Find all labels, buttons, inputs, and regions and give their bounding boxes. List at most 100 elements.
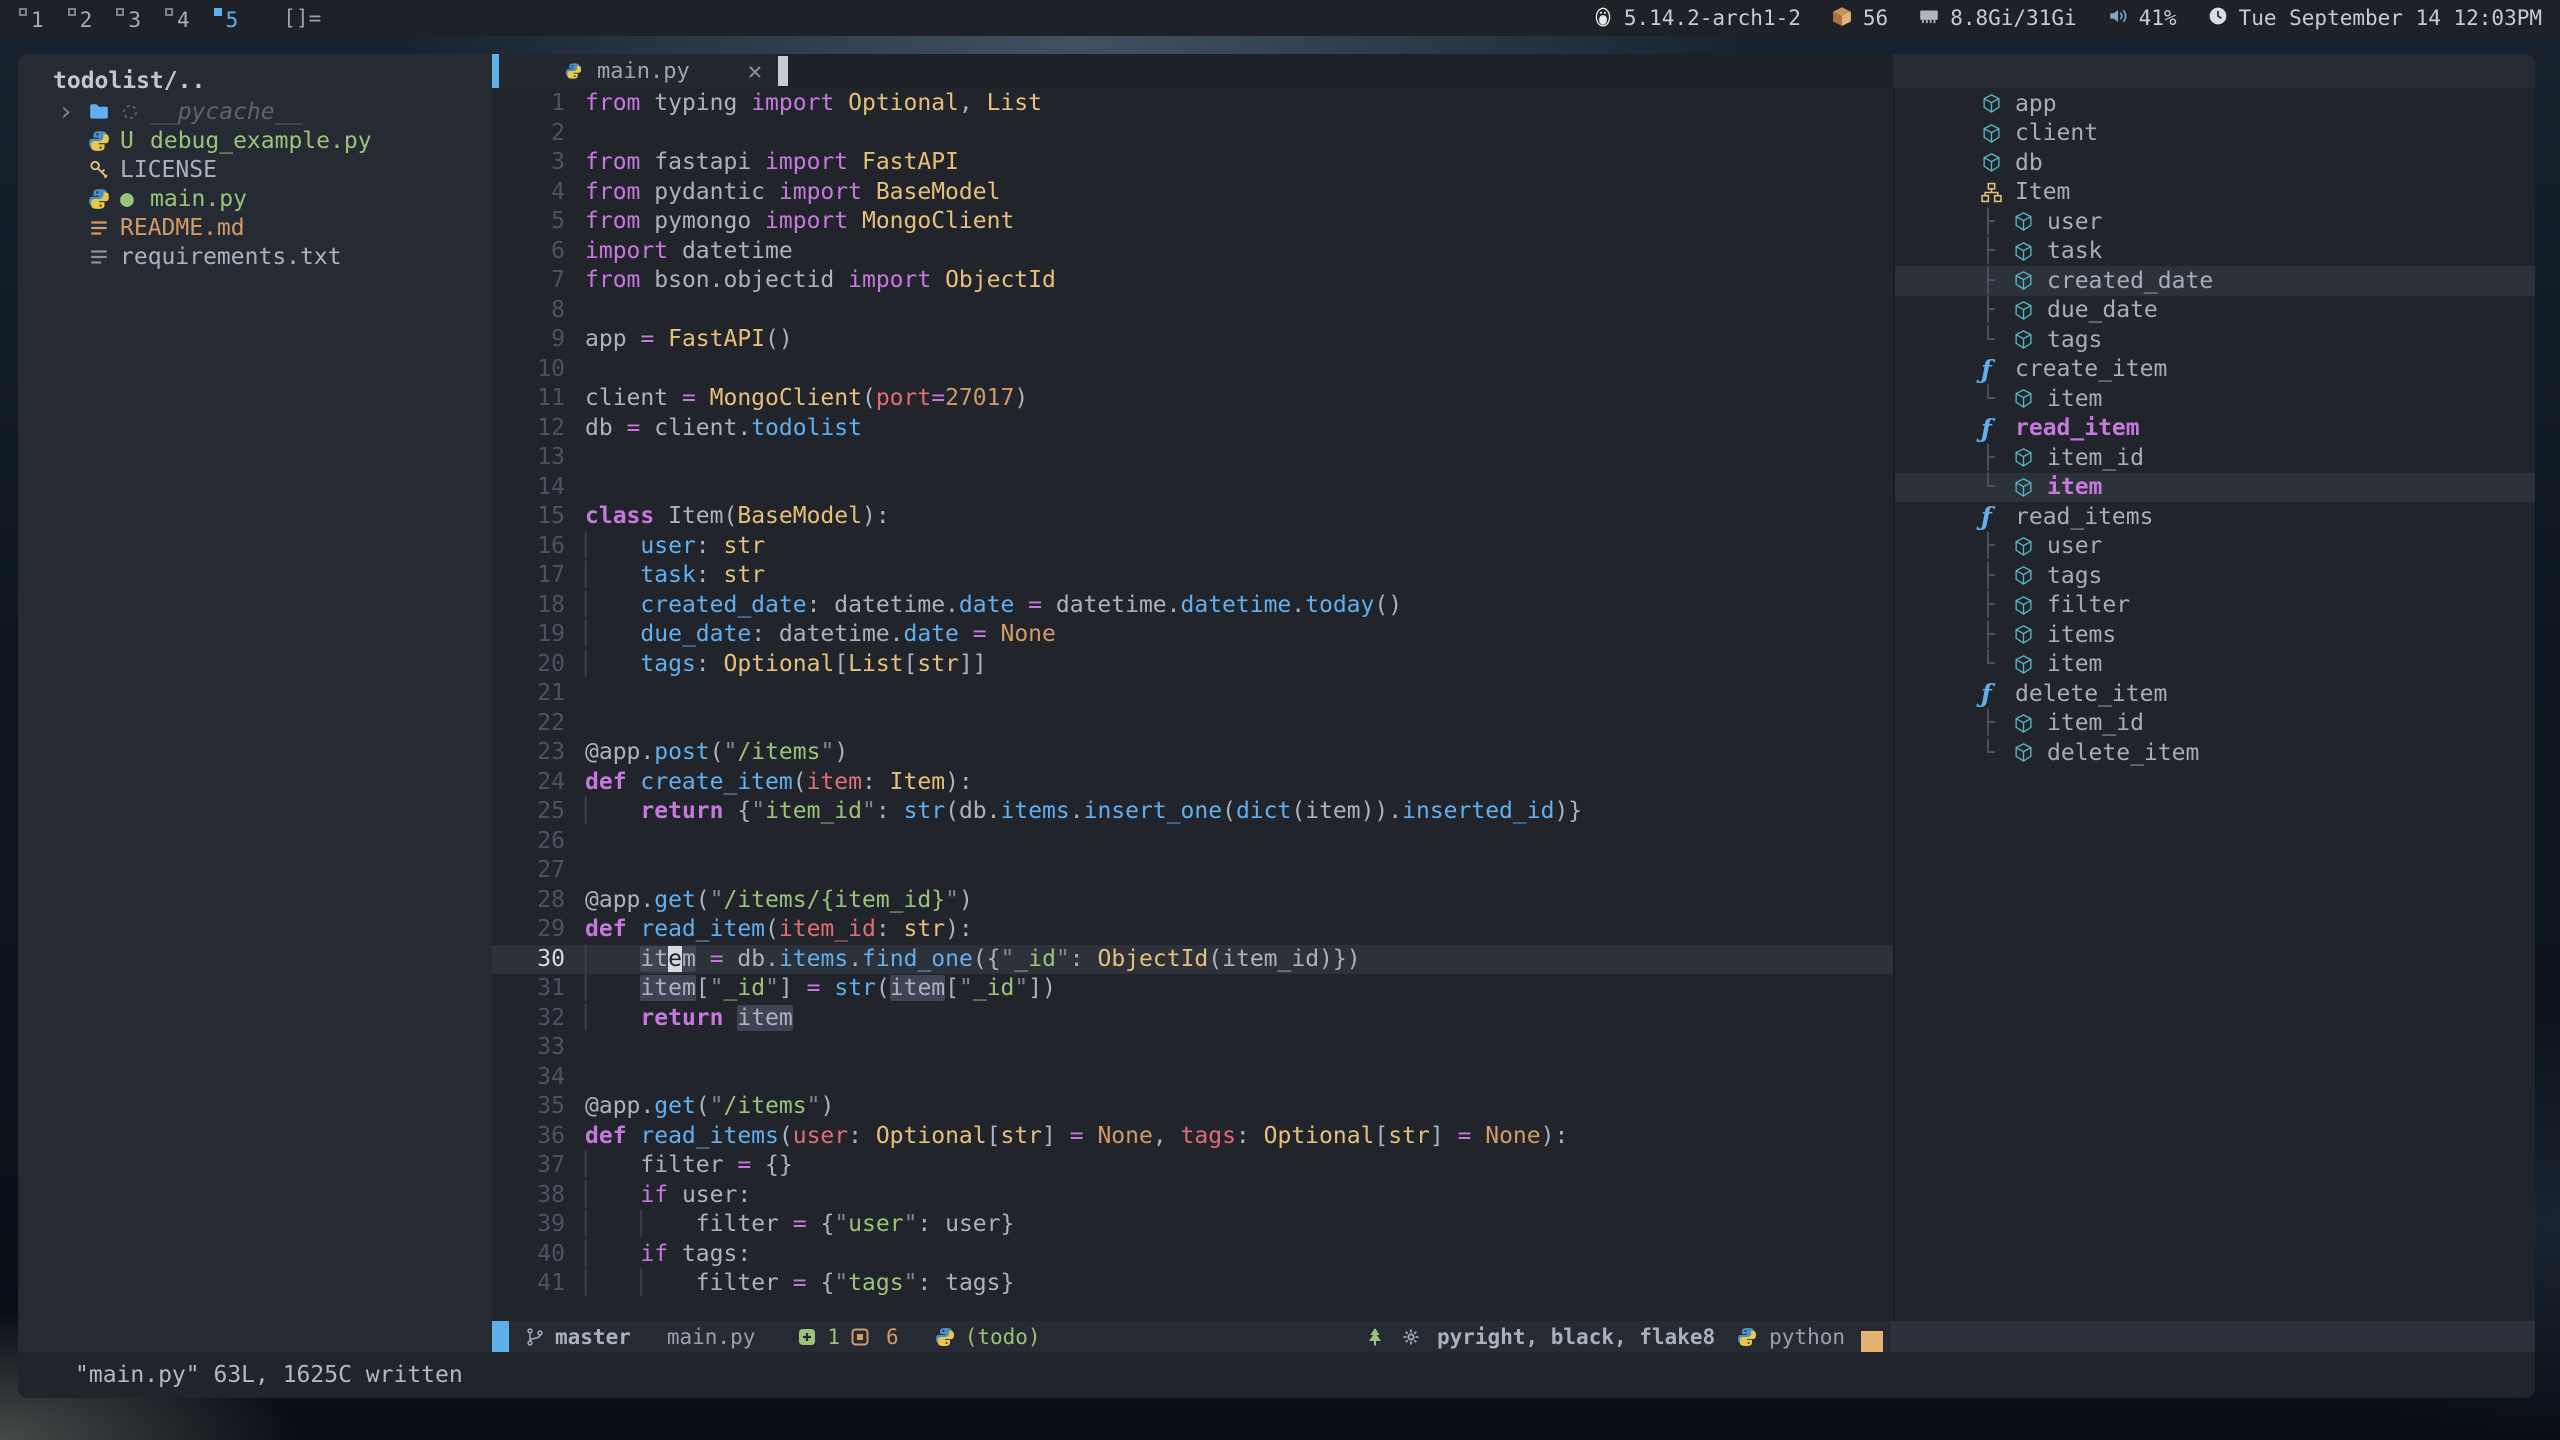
code-line[interactable]: 7from bson.objectid import ObjectId (492, 266, 1893, 296)
cube-icon (2013, 624, 2047, 645)
modified-icon (850, 1327, 870, 1347)
line-number: 4 (492, 178, 565, 208)
line-number: 40 (492, 1240, 565, 1270)
tagbar-item[interactable]: └item (1895, 650, 2535, 680)
code-line[interactable]: 32▏ return item (492, 1004, 1893, 1034)
tagbar-item[interactable]: └item (1895, 384, 2535, 414)
filetree-item[interactable]: ●main.py (18, 184, 492, 213)
workspace-4[interactable]: 4 (158, 4, 207, 32)
tab-main-py[interactable]: main.py ✕ (499, 54, 778, 88)
tagbar-item[interactable]: ƒread_item (1895, 414, 2535, 444)
filetree-item[interactable]: ›__pycache__ (18, 97, 492, 126)
code-line[interactable]: 15class Item(BaseModel): (492, 502, 1893, 532)
tagbar-item[interactable]: └item (1895, 473, 2535, 503)
tagbar-item[interactable]: ƒcreate_item (1895, 355, 2535, 385)
tagbar-item[interactable]: db (1895, 148, 2535, 178)
code-line[interactable]: 30▏ item = db.items.find_one({"_id": Obj… (492, 945, 1893, 975)
code-line[interactable]: 20▏ tags: Optional[List[str]] (492, 650, 1893, 680)
tagbar-item[interactable]: Item (1895, 178, 2535, 208)
tagbar-item[interactable]: ├created_date (1895, 266, 2535, 296)
line-number: 10 (492, 355, 565, 385)
cube-icon (2013, 536, 2047, 557)
filetree-item[interactable]: requirements.txt (18, 242, 492, 271)
tab-label: main.py (597, 59, 690, 84)
tagbar-item[interactable]: ├tags (1895, 561, 2535, 591)
tagbar-item[interactable]: ├items (1895, 620, 2535, 650)
code-line[interactable]: 9app = FastAPI() (492, 325, 1893, 355)
code-line[interactable]: 18▏ created_date: datetime.date = dateti… (492, 591, 1893, 621)
code-line[interactable]: 39▏ ▏ filter = {"user": user} (492, 1210, 1893, 1240)
tagbar-item[interactable]: app (1895, 89, 2535, 119)
code-line[interactable]: 1from typing import Optional, List (492, 89, 1893, 119)
code-line[interactable]: 10 (492, 355, 1893, 385)
code-line[interactable]: 36def read_items(user: Optional[str] = N… (492, 1122, 1893, 1152)
filetype-label: python (1769, 1325, 1845, 1349)
code-line[interactable]: 6import datetime (492, 237, 1893, 267)
code-line[interactable]: 13 (492, 443, 1893, 473)
file-explorer-root[interactable]: todolist/.. (18, 66, 492, 97)
code-editor[interactable]: 1from typing import Optional, List23from… (492, 88, 1893, 1321)
tagbar-item[interactable]: ƒread_items (1895, 502, 2535, 532)
line-number: 33 (492, 1033, 565, 1063)
package-icon (1831, 5, 1853, 32)
code-line[interactable]: 26 (492, 827, 1893, 857)
tagbar-item[interactable]: ├user (1895, 532, 2535, 562)
cube-icon (2013, 654, 2047, 675)
tagbar-item[interactable]: ├item_id (1895, 443, 2535, 473)
code-line[interactable]: 16▏ user: str (492, 532, 1893, 562)
code-line[interactable]: 19▏ due_date: datetime.date = None (492, 620, 1893, 650)
code-line[interactable]: 8 (492, 296, 1893, 326)
code-line[interactable]: 12db = client.todolist (492, 414, 1893, 444)
python-icon (565, 60, 597, 82)
code-line[interactable]: 38▏ if user: (492, 1181, 1893, 1211)
code-line[interactable]: 23@app.post("/items") (492, 738, 1893, 768)
filetree-item[interactable]: LICENSE (18, 155, 492, 184)
code-line[interactable]: 24def create_item(item: Item): (492, 768, 1893, 798)
tagbar-item[interactable]: ├user (1895, 207, 2535, 237)
textfile-icon (88, 246, 120, 268)
code-line[interactable]: 3from fastapi import FastAPI (492, 148, 1893, 178)
tagbar-item[interactable]: ├task (1895, 237, 2535, 267)
code-line[interactable]: 33 (492, 1033, 1893, 1063)
code-line[interactable]: 37▏ filter = {} (492, 1151, 1893, 1181)
system-status: 5.14.2-arch1-2568.8Gi/31Gi41%Tue Septemb… (1592, 5, 2548, 32)
filetree-item[interactable]: Udebug_example.py (18, 126, 492, 155)
code-line[interactable]: 27 (492, 856, 1893, 886)
workspace-2[interactable]: 2 (61, 4, 110, 32)
layout-indicator: []= (283, 6, 321, 30)
line-number: 18 (492, 591, 565, 621)
code-line[interactable]: 40▏ if tags: (492, 1240, 1893, 1270)
code-line[interactable]: 35@app.get("/items") (492, 1092, 1893, 1122)
code-line[interactable]: 28@app.get("/items/{item_id}") (492, 886, 1893, 916)
code-line[interactable]: 22 (492, 709, 1893, 739)
cube-icon (2013, 595, 2047, 616)
code-line[interactable]: 2 (492, 119, 1893, 149)
tagbar-item[interactable]: └delete_item (1895, 738, 2535, 768)
workspace-5[interactable]: 5 (207, 4, 256, 32)
workspace-3[interactable]: 3 (109, 4, 158, 32)
code-line[interactable]: 31▏ item["_id"] = str(item["_id"]) (492, 974, 1893, 1004)
code-line[interactable]: 29def read_item(item_id: str): (492, 915, 1893, 945)
code-line[interactable]: 5from pymongo import MongoClient (492, 207, 1893, 237)
code-line[interactable]: 21 (492, 679, 1893, 709)
workspace-1[interactable]: 1 (12, 4, 61, 32)
status-bar: 12345 []= 5.14.2-arch1-2568.8Gi/31Gi41%T… (0, 0, 2560, 36)
tagbar-item[interactable]: ├item_id (1895, 709, 2535, 739)
tagbar-item[interactable]: └tags (1895, 325, 2535, 355)
tagbar-item[interactable]: ├filter (1895, 591, 2535, 621)
tagbar-item[interactable]: ƒdelete_item (1895, 679, 2535, 709)
filetree-item[interactable]: README.md (18, 213, 492, 242)
tagbar-item[interactable]: ├due_date (1895, 296, 2535, 326)
git-status-badge: ● (120, 186, 150, 212)
code-line[interactable]: 4from pydantic import BaseModel (492, 178, 1893, 208)
close-icon[interactable]: ✕ (748, 57, 762, 85)
tagbar-item[interactable]: client (1895, 119, 2535, 149)
code-line[interactable]: 14 (492, 473, 1893, 503)
code-line[interactable]: 11client = MongoClient(port=27017) (492, 384, 1893, 414)
code-line[interactable]: 25▏ return {"item_id": str(db.items.inse… (492, 797, 1893, 827)
code-line[interactable]: 17▏ task: str (492, 561, 1893, 591)
tree-connector: ├ (1981, 445, 2013, 471)
added-count: 1 (827, 1325, 840, 1349)
code-line[interactable]: 34 (492, 1063, 1893, 1093)
code-line[interactable]: 41▏ ▏ filter = {"tags": tags} (492, 1269, 1893, 1299)
